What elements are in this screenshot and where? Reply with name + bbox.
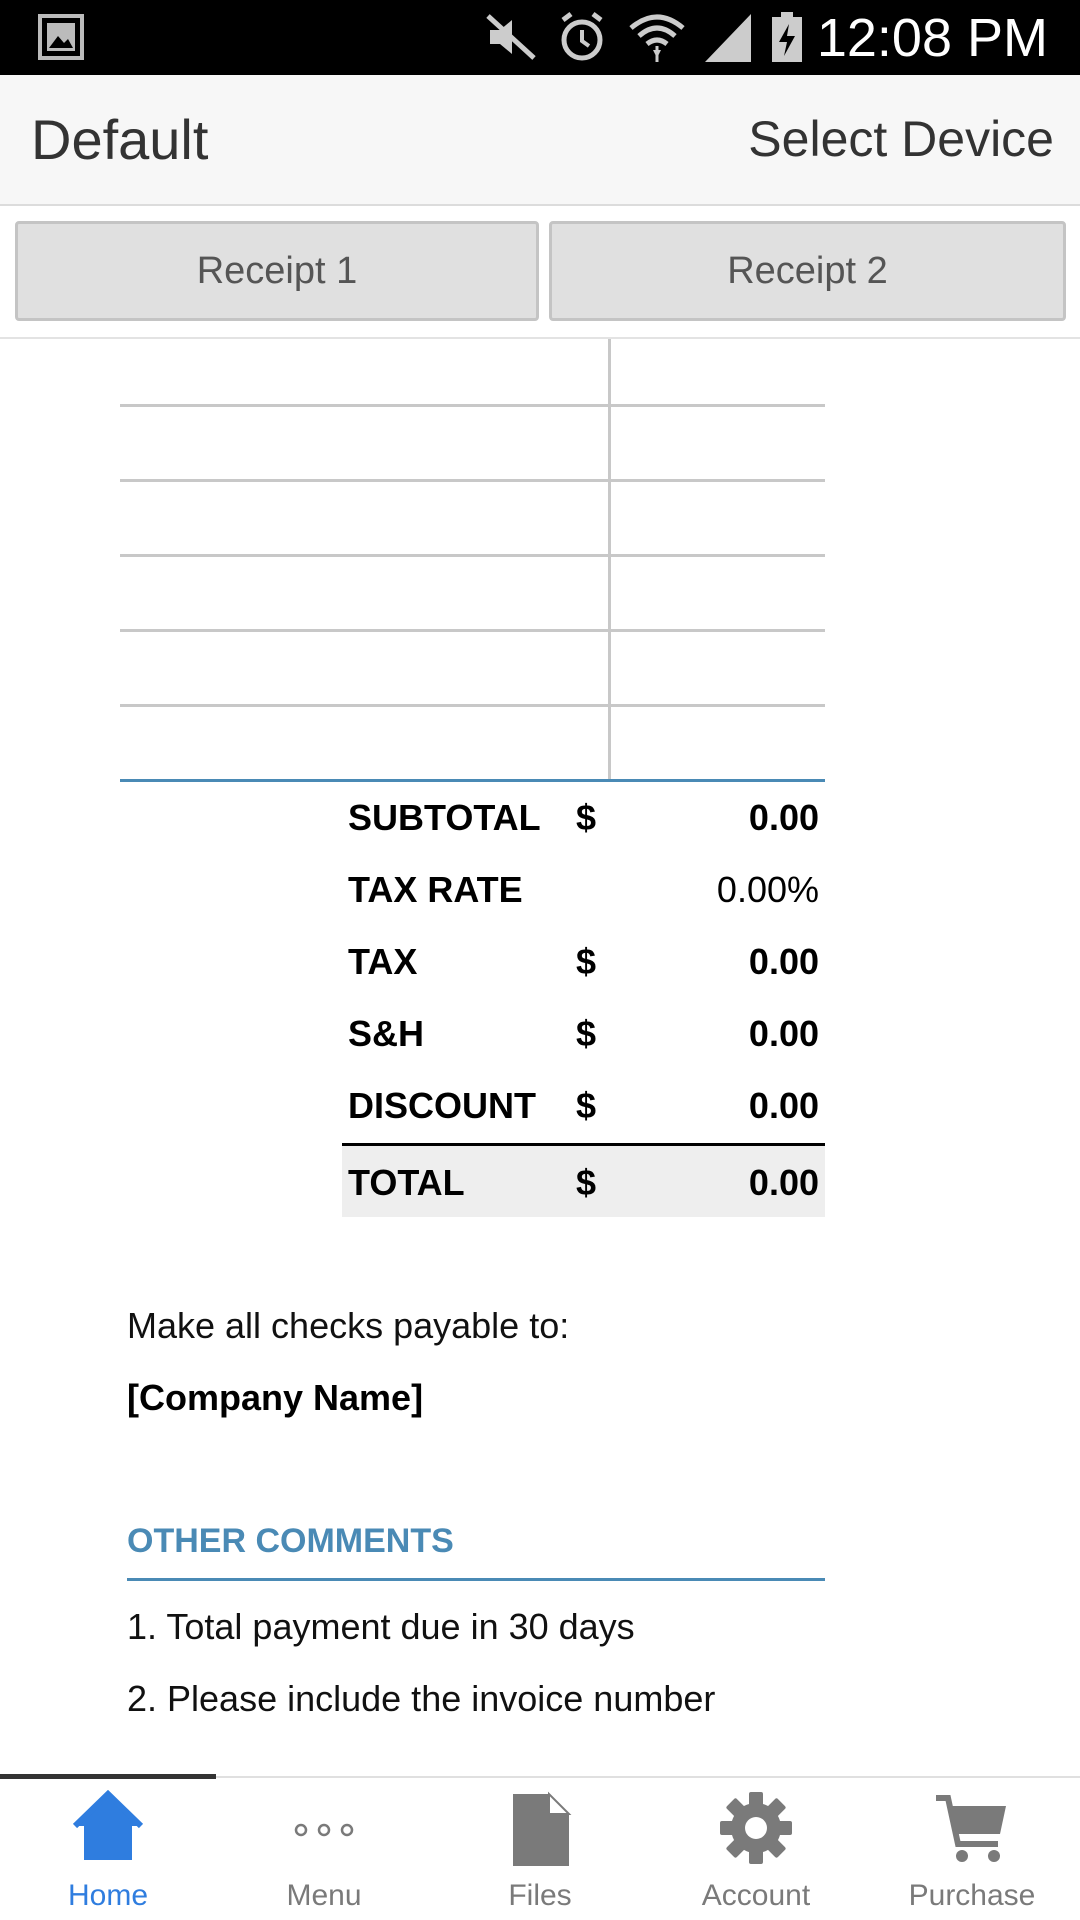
currency-symbol: $ — [576, 1013, 597, 1054]
total-value: 0.00 — [748, 1162, 819, 1203]
payable-instruction: Make all checks payable to: — [127, 1305, 570, 1346]
tab-receipt-1[interactable]: Receipt 1 — [15, 221, 539, 321]
comment-item: 1. Total payment due in 30 days — [127, 1606, 635, 1647]
payable-section: Make all checks payable to: [Company Nam… — [127, 1302, 569, 1422]
app-bar: Default Select Device — [0, 75, 1080, 206]
nav-files-label: Files — [508, 1879, 572, 1912]
tax-row: TAX $ 0.00 — [342, 926, 825, 998]
comment-item: 2. Please include the invoice number — [127, 1678, 716, 1719]
signal-icon — [705, 14, 751, 62]
subtotal-label: SUBTOTAL — [348, 797, 541, 838]
tax-rate-value: 0.00% — [716, 869, 819, 910]
subtotal-row: SUBTOTAL $ 0.00 — [342, 782, 825, 854]
wifi-icon — [629, 14, 685, 62]
table-row — [120, 704, 825, 707]
nav-purchase-label: Purchase — [908, 1879, 1036, 1912]
more-icon — [294, 1823, 354, 1837]
nav-account[interactable]: Account — [648, 1778, 864, 1920]
total-row: TOTAL $ 0.00 — [342, 1143, 825, 1217]
status-time: 12:08 PM — [816, 8, 1048, 68]
tab-receipt-2[interactable]: Receipt 2 — [549, 221, 1066, 321]
totals-section: SUBTOTAL $ 0.00 TAX RATE 0.00% TAX $ 0.0… — [342, 782, 825, 1217]
battery-charging-icon — [772, 12, 802, 62]
mute-icon — [486, 14, 536, 60]
nav-home-label: Home — [67, 1879, 149, 1912]
nav-purchase[interactable]: Purchase — [864, 1778, 1080, 1920]
currency-symbol: $ — [576, 1162, 597, 1203]
discount-value: 0.00 — [748, 1085, 819, 1126]
receipt-tabs: Receipt 1 Receipt 2 — [0, 206, 1080, 339]
table-row — [120, 554, 825, 557]
file-icon — [513, 1791, 572, 1866]
line-items-table — [120, 339, 825, 782]
app-screen: 12:08 PM Default Select Device Receipt 1… — [0, 0, 1080, 1920]
currency-symbol: $ — [576, 941, 597, 982]
nav-home[interactable]: Home — [0, 1778, 216, 1920]
nav-menu-label: Menu — [286, 1879, 362, 1912]
tax-rate-row: TAX RATE 0.00% — [342, 854, 825, 926]
tax-value: 0.00 — [748, 941, 819, 982]
select-device-button[interactable]: Select Device — [748, 107, 1054, 171]
currency-symbol: $ — [576, 1085, 597, 1126]
gallery-icon — [38, 14, 84, 60]
shipping-value: 0.00 — [748, 1013, 819, 1054]
home-icon — [72, 1790, 144, 1860]
tax-label: TAX — [348, 941, 418, 982]
nav-files[interactable]: Files — [432, 1778, 648, 1920]
nav-account-label: Account — [701, 1879, 811, 1912]
nav-menu[interactable]: Menu — [216, 1778, 432, 1920]
shipping-row: S&H $ 0.00 — [342, 998, 825, 1070]
shipping-label: S&H — [348, 1013, 425, 1054]
alarm-icon — [561, 12, 603, 61]
bottom-navigation: Home Menu Files Account Purchase — [0, 1774, 1080, 1920]
cart-icon — [936, 1795, 1006, 1862]
comments-heading: OTHER COMMENTS — [127, 1516, 825, 1581]
discount-label: DISCOUNT — [348, 1085, 536, 1126]
total-label: TOTAL — [348, 1162, 465, 1203]
table-row — [120, 404, 825, 407]
page-title[interactable]: Default — [31, 105, 208, 175]
status-bar: 12:08 PM — [0, 0, 1080, 75]
gear-icon — [720, 1792, 792, 1864]
currency-symbol: $ — [576, 797, 597, 838]
comments-section: OTHER COMMENTS 1. Total payment due in 3… — [127, 1516, 825, 1723]
table-row — [120, 629, 825, 632]
tax-rate-label: TAX RATE — [348, 869, 523, 910]
subtotal-value: 0.00 — [748, 797, 819, 838]
table-row — [120, 479, 825, 482]
discount-row: DISCOUNT $ 0.00 — [342, 1070, 825, 1142]
company-name: [Company Name] — [127, 1377, 424, 1418]
